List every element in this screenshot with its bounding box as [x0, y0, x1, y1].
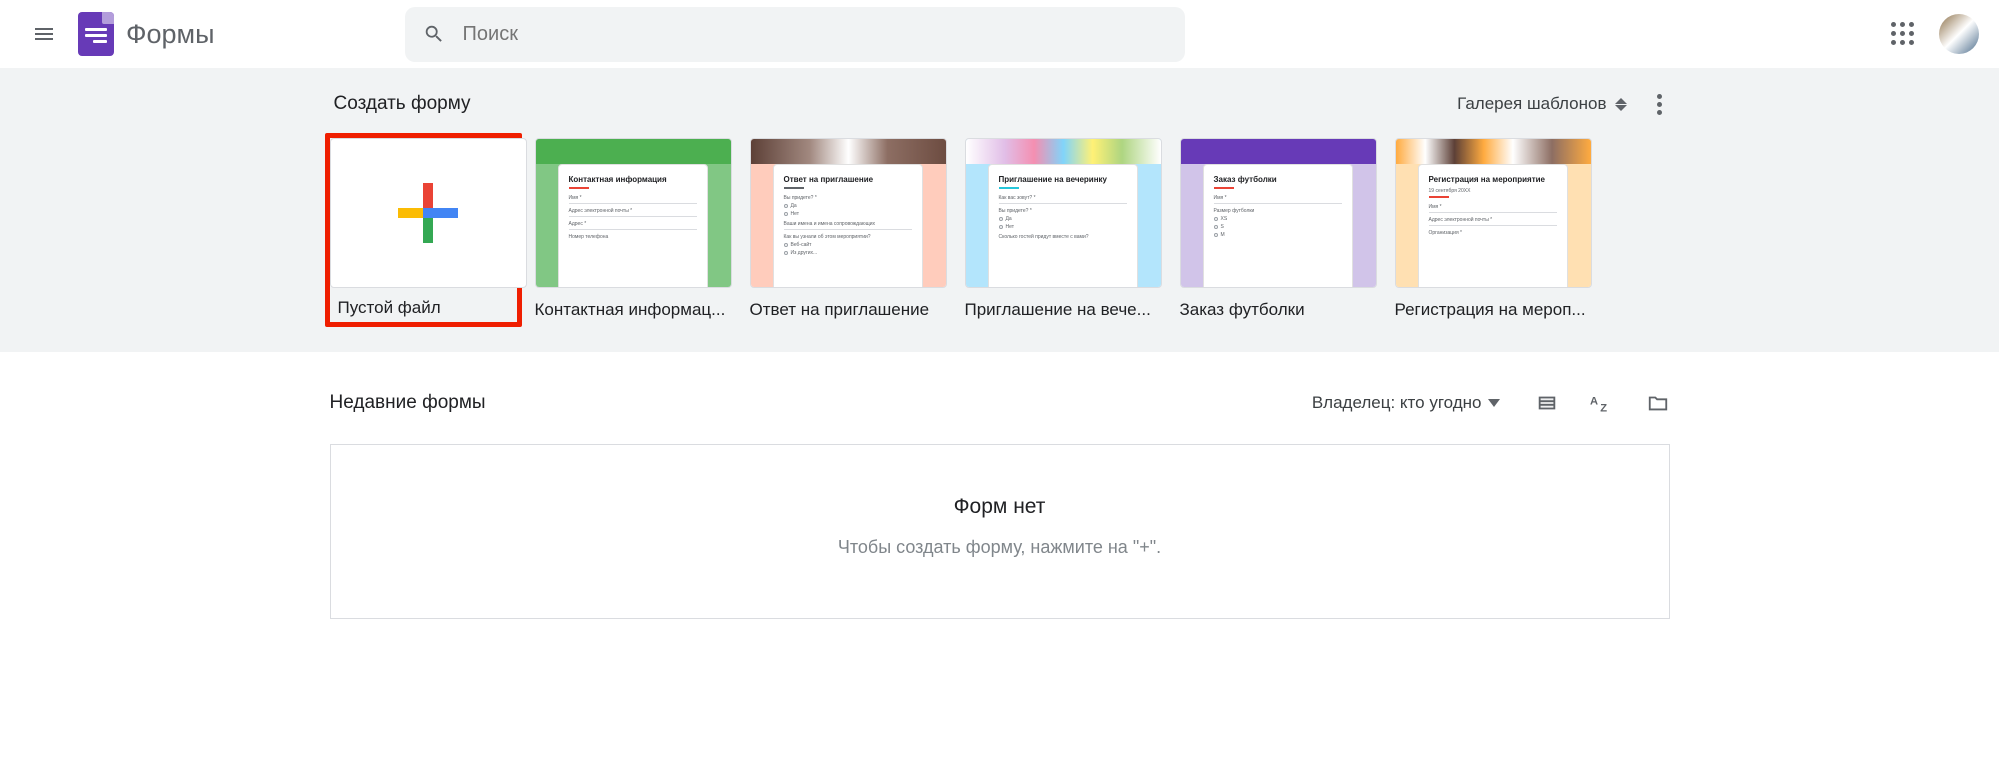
template-gallery-button[interactable]: Галерея шаблонов	[1447, 88, 1636, 120]
empty-state-subtitle: Чтобы создать форму, нажмите на "+".	[351, 537, 1649, 558]
unfold-icon	[1615, 98, 1627, 111]
template-label: Регистрация на мероп...	[1395, 300, 1592, 320]
template-blank[interactable]: Пустой файл	[325, 133, 522, 327]
app-header: Формы	[0, 0, 1999, 68]
sort-az-icon[interactable]: AZ	[1590, 392, 1614, 414]
apps-grid-icon[interactable]	[1891, 22, 1915, 46]
chevron-down-icon	[1488, 399, 1500, 407]
gallery-section-title: Создать форму	[334, 93, 471, 115]
template-label: Пустой файл	[338, 298, 509, 318]
template-tshirt-order[interactable]: Заказ футболки Имя * Размер футболки XS …	[1180, 138, 1377, 322]
template-rsvp[interactable]: Ответ на приглашение Вы придете? * Да Не…	[750, 138, 947, 322]
svg-text:Z: Z	[1600, 403, 1607, 414]
template-gallery: Создать форму Галерея шаблонов	[0, 68, 1999, 352]
search-input[interactable]	[463, 23, 1167, 46]
gallery-more-icon[interactable]	[1653, 90, 1666, 119]
owner-filter-dropdown[interactable]: Владелец: кто угодно	[1312, 393, 1500, 413]
template-label: Заказ футболки	[1180, 300, 1377, 320]
template-label: Контактная информац...	[535, 300, 732, 320]
empty-state-title: Форм нет	[351, 495, 1649, 519]
template-party-invite[interactable]: Приглашение на вечеринку Как вас зовут? …	[965, 138, 1162, 322]
app-logo-block[interactable]: Формы	[78, 12, 215, 56]
empty-state: Форм нет Чтобы создать форму, нажмите на…	[330, 444, 1670, 619]
user-avatar[interactable]	[1939, 14, 1979, 54]
forms-logo-icon	[78, 12, 114, 56]
template-contact-info[interactable]: Контактная информация Имя * Адрес электр…	[535, 138, 732, 322]
template-label: Приглашение на вече...	[965, 300, 1162, 320]
main-menu-icon[interactable]	[20, 10, 68, 58]
template-label: Ответ на приглашение	[750, 300, 947, 320]
search-icon	[423, 23, 445, 45]
owner-filter-label: Владелец: кто угодно	[1312, 393, 1482, 413]
folder-icon[interactable]	[1646, 392, 1670, 414]
list-view-icon[interactable]	[1536, 392, 1558, 414]
app-title: Формы	[126, 19, 215, 50]
template-gallery-label: Галерея шаблонов	[1457, 94, 1606, 114]
search-box[interactable]	[405, 7, 1185, 62]
recent-forms-section: Недавние формы Владелец: кто угодно AZ Ф…	[310, 352, 1690, 659]
svg-text:A: A	[1590, 396, 1598, 408]
template-event-registration[interactable]: Регистрация на мероприятие 19 сентября 2…	[1395, 138, 1592, 322]
plus-icon	[398, 183, 458, 243]
recent-section-title: Недавние формы	[330, 392, 486, 414]
